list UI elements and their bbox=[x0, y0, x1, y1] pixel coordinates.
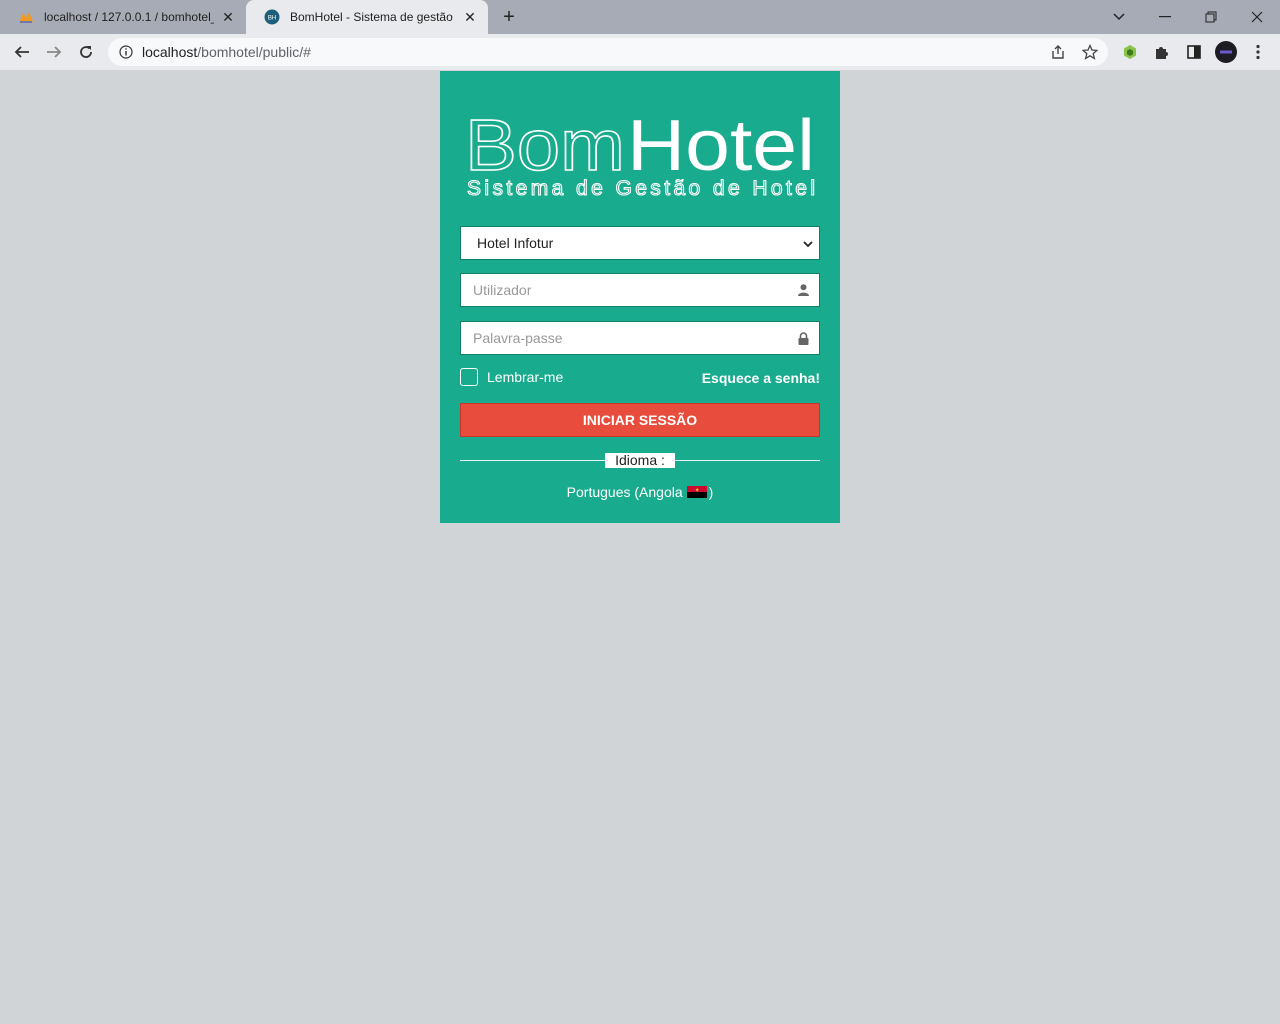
restore-button[interactable] bbox=[1188, 0, 1234, 34]
logo-word-bom: Bom bbox=[465, 113, 625, 186]
browser-toolbar: localhost/bomhotel/public/# bbox=[0, 34, 1280, 71]
new-tab-button[interactable]: + bbox=[498, 6, 520, 28]
bomhotel-favicon: BH bbox=[264, 9, 280, 25]
remember-me[interactable]: Lembrar-me bbox=[460, 368, 563, 386]
tab-title: BomHotel - Sistema de gestão de bbox=[290, 10, 456, 24]
browser-tab-bomhotel[interactable]: BH BomHotel - Sistema de gestão de ✕ bbox=[246, 0, 488, 34]
login-button[interactable]: INICIAR SESSÃO bbox=[460, 403, 820, 437]
tab-close-icon[interactable]: ✕ bbox=[220, 9, 236, 26]
language-heading: Idioma : bbox=[605, 453, 675, 468]
lock-icon bbox=[797, 331, 809, 345]
phpmyadmin-icon bbox=[18, 9, 34, 25]
username-input[interactable] bbox=[473, 282, 797, 298]
forgot-password-link[interactable]: Esquece a senha! bbox=[702, 370, 820, 386]
url-text: localhost/bomhotel/public/# bbox=[142, 44, 311, 60]
language-label-close: ) bbox=[708, 484, 714, 500]
reload-icon[interactable] bbox=[72, 38, 100, 66]
logo-word-hotel: Hotel bbox=[627, 113, 815, 186]
extension-cube-icon[interactable] bbox=[1118, 40, 1142, 64]
username-field[interactable] bbox=[460, 273, 820, 307]
back-arrow-icon[interactable] bbox=[8, 38, 36, 66]
browser-tab-strip: localhost / 127.0.0.1 / bomhotel_ ✕ BH B… bbox=[0, 0, 1280, 34]
svg-text:BH: BH bbox=[268, 16, 276, 22]
browser-menu-icon[interactable] bbox=[1246, 40, 1270, 64]
remember-label: Lembrar-me bbox=[487, 369, 564, 385]
language-label: Portugues (Angola bbox=[566, 484, 683, 500]
tab-search-chevron-icon[interactable] bbox=[1096, 0, 1142, 34]
share-icon[interactable] bbox=[1046, 40, 1070, 64]
profile-avatar[interactable] bbox=[1214, 40, 1238, 64]
remember-checkbox[interactable] bbox=[460, 368, 478, 386]
chevron-down-icon bbox=[803, 235, 813, 251]
tab-title: localhost / 127.0.0.1 / bomhotel_ bbox=[44, 10, 214, 24]
tab-close-icon[interactable]: ✕ bbox=[462, 9, 478, 26]
site-info-icon[interactable] bbox=[118, 44, 134, 60]
browser-tab-phpmyadmin[interactable]: localhost / 127.0.0.1 / bomhotel_ ✕ bbox=[0, 0, 246, 34]
bomhotel-logo: Bom Hotel Sistema de Gestão de Hotel bbox=[465, 113, 816, 199]
password-input[interactable] bbox=[473, 330, 797, 346]
hotel-select[interactable]: Hotel Infotur bbox=[460, 226, 820, 260]
extensions-puzzle-icon[interactable] bbox=[1150, 40, 1174, 64]
angola-flag-icon: ✦ bbox=[686, 486, 707, 498]
url-host: localhost bbox=[142, 44, 198, 60]
password-field[interactable] bbox=[460, 321, 820, 355]
user-icon bbox=[797, 283, 809, 297]
hotel-select-value: Hotel Infotur bbox=[477, 235, 554, 251]
minimize-button[interactable] bbox=[1142, 0, 1188, 34]
side-panel-icon[interactable] bbox=[1182, 40, 1206, 64]
bookmark-star-icon[interactable] bbox=[1078, 40, 1102, 64]
url-path: /bomhotel/public/# bbox=[197, 44, 311, 60]
language-option[interactable]: Portugues (Angola ✦ ) bbox=[440, 484, 840, 500]
address-bar[interactable]: localhost/bomhotel/public/# bbox=[108, 38, 1108, 66]
forward-arrow-icon[interactable] bbox=[40, 38, 68, 66]
logo-tagline: Sistema de Gestão de Hotel bbox=[467, 177, 815, 199]
close-window-button[interactable] bbox=[1234, 0, 1280, 34]
login-card: Bom Hotel Sistema de Gestão de Hotel Hot… bbox=[440, 71, 840, 523]
